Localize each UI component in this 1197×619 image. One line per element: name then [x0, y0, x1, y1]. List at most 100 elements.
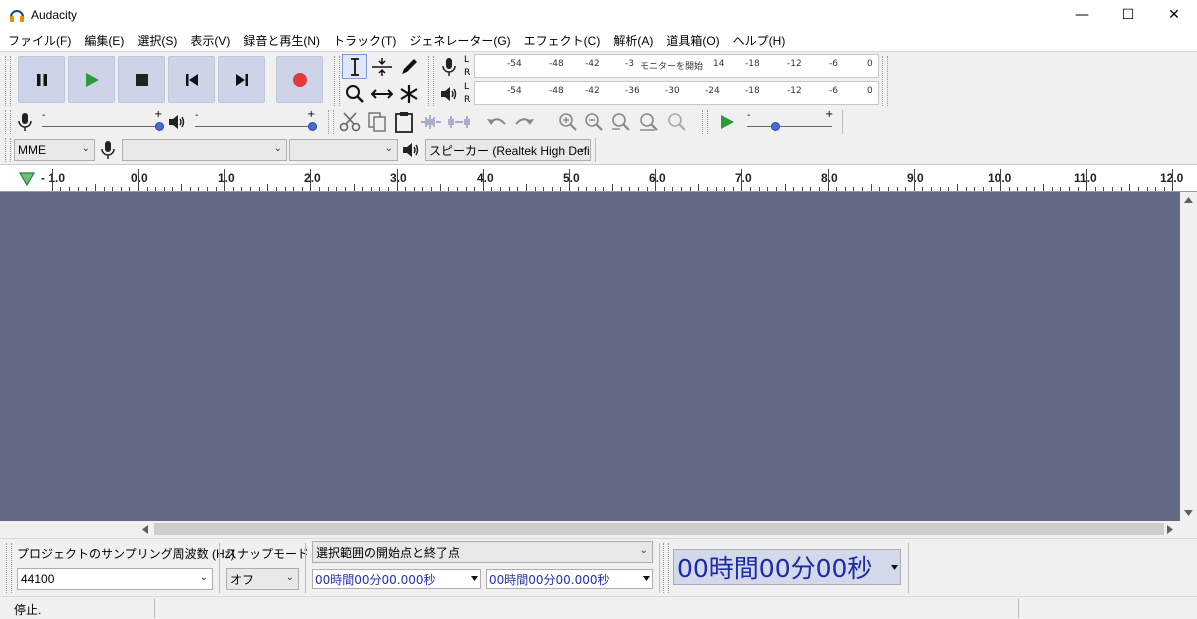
ruler-label: 9.0: [907, 171, 924, 185]
playback-speed-knob[interactable]: [771, 122, 780, 131]
cut-button[interactable]: [337, 109, 362, 134]
trim-audio-button[interactable]: [418, 109, 443, 134]
toolbar-grip[interactable]: [328, 110, 334, 134]
dropdown-arrow-icon[interactable]: [471, 576, 478, 581]
playback-volume-knob[interactable]: [308, 122, 317, 131]
zoom-in-button[interactable]: [555, 109, 580, 134]
menu-file[interactable]: ファイル(F): [3, 32, 76, 49]
record-button[interactable]: [276, 56, 323, 103]
record-meter-button[interactable]: [436, 54, 461, 79]
channels-select[interactable]: ⌄: [289, 139, 398, 161]
play-button[interactable]: [68, 56, 115, 103]
menu-bar: ファイル(F) 編集(E) 選択(S) 表示(V) 録音と再生(N) トラック(…: [0, 30, 1197, 51]
toolbar-grip[interactable]: [663, 543, 669, 593]
selection-end-time[interactable]: 00時間00分00.000秒: [486, 569, 653, 589]
zoom-out-button[interactable]: [581, 109, 606, 134]
toolbar-grip[interactable]: [334, 56, 340, 106]
draw-tool[interactable]: [396, 54, 421, 79]
scroll-left-icon[interactable]: [142, 525, 148, 534]
ruler-tick: [551, 187, 553, 191]
time-shift-tool[interactable]: [369, 81, 394, 106]
ruler-tick: [1163, 187, 1165, 191]
menu-analyze[interactable]: 解析(A): [608, 32, 658, 49]
menu-view[interactable]: 表示(V): [185, 32, 235, 49]
silence-icon: [447, 115, 470, 128]
horizontal-scrollbar[interactable]: [138, 521, 1180, 538]
ruler-tick: [948, 187, 950, 191]
pause-button[interactable]: [18, 56, 65, 103]
envelope-tool[interactable]: [369, 54, 394, 79]
fit-selection-button[interactable]: [608, 109, 633, 134]
start-monitoring-label[interactable]: モニターを開始: [640, 59, 703, 72]
recording-volume-slider[interactable]: [42, 126, 160, 127]
menu-generate[interactable]: ジェネレーター(G): [404, 32, 515, 49]
toolbar-grip[interactable]: [702, 110, 708, 134]
undo-button[interactable]: [484, 109, 509, 134]
dropdown-arrow-icon[interactable]: [643, 576, 650, 581]
maximize-button[interactable]: ☐: [1105, 0, 1151, 30]
project-rate-select[interactable]: 44100 ⌄: [17, 568, 213, 590]
audio-host-select[interactable]: MME ⌄: [14, 139, 95, 161]
copy-button[interactable]: [364, 109, 389, 134]
scroll-up-icon[interactable]: [1184, 197, 1193, 203]
selection-start-time[interactable]: 00時間00分00.000秒: [312, 569, 481, 589]
ruler-tick: [775, 187, 777, 191]
dropdown-arrow-icon[interactable]: [891, 565, 898, 570]
multi-tool[interactable]: [396, 81, 421, 106]
vertical-scrollbar[interactable]: [1180, 192, 1197, 521]
play-at-speed-button[interactable]: [714, 109, 739, 134]
menu-select[interactable]: 選択(S): [132, 32, 182, 49]
playback-volume-slider[interactable]: [195, 126, 313, 127]
toolbar-grip[interactable]: [428, 56, 434, 106]
paste-button[interactable]: [391, 109, 416, 134]
menu-tracks[interactable]: トラック(T): [328, 32, 401, 49]
play-icon: [720, 114, 734, 129]
selection-tool[interactable]: [342, 54, 367, 79]
toolbar-grip[interactable]: [5, 56, 11, 106]
pinned-play-head-icon[interactable]: [18, 171, 36, 187]
fit-project-button[interactable]: [636, 109, 661, 134]
minimize-button[interactable]: —: [1059, 0, 1105, 30]
scroll-right-icon[interactable]: [1167, 525, 1173, 534]
menu-effect[interactable]: エフェクト(C): [519, 32, 606, 49]
stop-button[interactable]: [118, 56, 165, 103]
close-button[interactable]: ✕: [1151, 0, 1197, 30]
ruler-tick: [77, 187, 79, 191]
toolbar-grip[interactable]: [5, 138, 11, 162]
toolbar-grip[interactable]: [5, 110, 11, 134]
ruler-tick: [379, 187, 381, 191]
playback-meter[interactable]: -54 -48 -42 -36 -30 -24 -18 -12 -6 0: [474, 81, 879, 105]
menu-edit[interactable]: 編集(E): [79, 32, 129, 49]
playback-device-select[interactable]: スピーカー (Realtek High Defi ⌄: [425, 139, 591, 161]
toolbar-grip[interactable]: [882, 56, 888, 106]
ruler-tick: [1034, 187, 1036, 191]
playback-speed-slider[interactable]: [747, 126, 832, 127]
selection-mode-select[interactable]: 選択範囲の開始点と終了点 ⌄: [312, 541, 653, 563]
skip-to-end-button[interactable]: [218, 56, 265, 103]
ruler-label: 0.0: [131, 171, 148, 185]
recording-device-select[interactable]: ⌄: [122, 139, 287, 161]
redo-button[interactable]: [511, 109, 536, 134]
play-meter-button[interactable]: [436, 81, 461, 106]
menu-transport[interactable]: 録音と再生(N): [238, 32, 325, 49]
ruler-tick: [922, 187, 924, 191]
snap-mode-select[interactable]: オフ ⌄: [226, 568, 299, 590]
skip-to-start-button[interactable]: [168, 56, 215, 103]
silence-audio-button[interactable]: [446, 109, 471, 134]
timeline-ruler[interactable]: - 1.0 0.0 1.0 2.0 3.0 4.0 5.0 6.0 7.0 8.…: [0, 164, 1197, 192]
menu-tools[interactable]: 道具箱(O): [661, 32, 724, 49]
scroll-down-icon[interactable]: [1184, 510, 1193, 516]
play-vol-minus: -: [195, 110, 199, 121]
toolbar-grip[interactable]: [6, 543, 12, 593]
track-panel[interactable]: [0, 192, 1180, 521]
ruler-tick: [482, 169, 484, 191]
zoom-toggle-button[interactable]: [664, 109, 689, 134]
zoom-tool[interactable]: [342, 81, 367, 106]
scroll-thumb[interactable]: [154, 523, 1164, 535]
recording-volume-knob[interactable]: [155, 122, 164, 131]
menu-help[interactable]: ヘルプ(H): [728, 32, 791, 49]
record-meter[interactable]: -54 -48 -42 -3 モニターを開始 14 -18 -12 -6 0: [474, 54, 879, 78]
speed-plus: +: [825, 109, 834, 120]
ruler-tick: [319, 187, 321, 191]
audio-position-time[interactable]: 00時間00分00秒: [673, 549, 901, 585]
